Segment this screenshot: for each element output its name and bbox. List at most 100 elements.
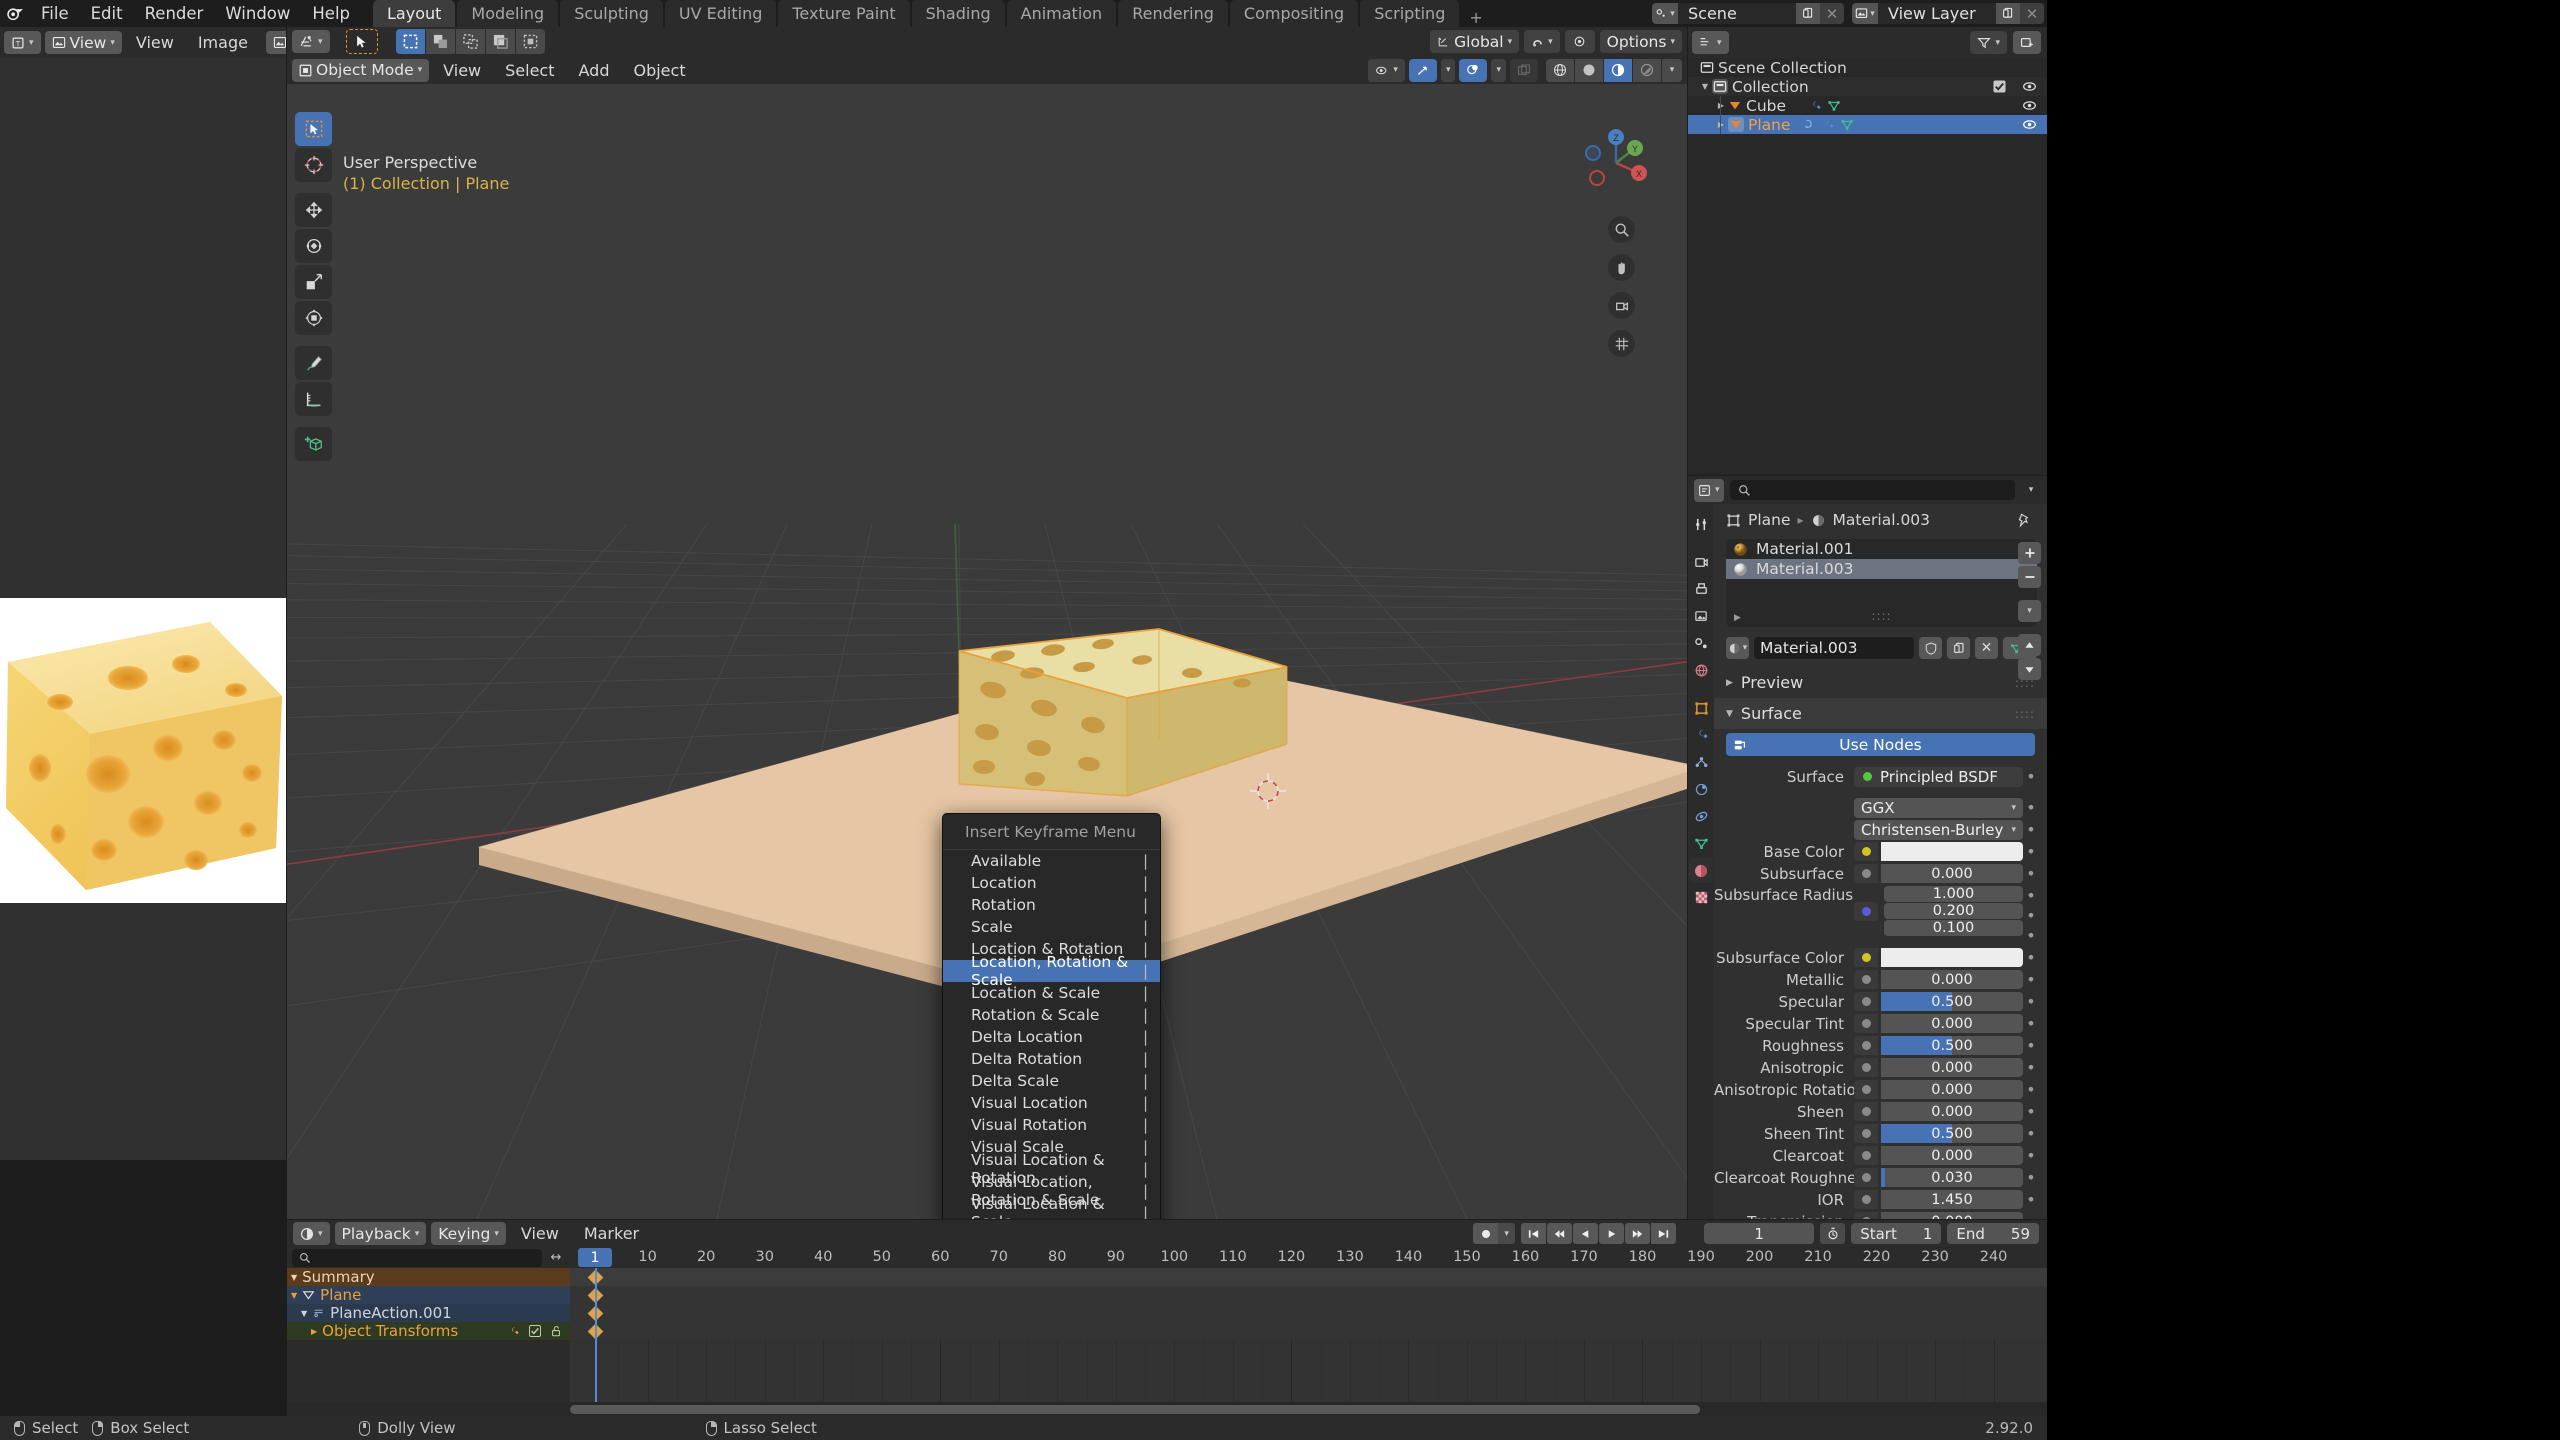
subsurface-method-select[interactable]: Christensen-Burley ▾ xyxy=(1854,820,2023,840)
panel-header-surface[interactable]: ▼ Surface :::: xyxy=(1714,698,2047,729)
viewport-options-button[interactable]: Options ▾ xyxy=(1600,30,1682,53)
input-socket-icon[interactable] xyxy=(1854,1102,1878,1121)
channel-list[interactable]: ▼ Summary ▼ Plane ▼ PlaneAction.001 ▶ Ob… xyxy=(287,1268,570,1402)
checkbox-icon[interactable] xyxy=(529,1325,541,1337)
properties-tab-world[interactable] xyxy=(1689,658,1713,683)
outliner-row-collection[interactable]: ▼ Collection xyxy=(1688,77,2047,96)
menu-render[interactable]: Render xyxy=(134,0,215,27)
panel-header-preview[interactable]: ▶ Preview :::: xyxy=(1714,667,2047,698)
animate-property-dot[interactable]: • xyxy=(2023,800,2039,816)
viewport-canvas[interactable]: User Perspective (1) Collection | Plane … xyxy=(287,84,1687,1219)
properties-tab-data[interactable] xyxy=(1689,831,1713,856)
scene-name[interactable]: Scene xyxy=(1678,3,1796,24)
proportional-edit-icon[interactable] xyxy=(1565,30,1595,53)
chevron-right-icon[interactable]: ▶ xyxy=(1714,120,1728,129)
animate-property-dot[interactable]: • xyxy=(2023,906,2039,925)
chevron-down-icon[interactable]: ▼ xyxy=(291,1291,297,1300)
play-reverse-icon[interactable] xyxy=(1573,1223,1598,1244)
properties-tab-view-layer[interactable] xyxy=(1689,604,1713,629)
workspace-tab-rendering[interactable]: Rendering xyxy=(1118,0,1228,27)
mesh-data-icon[interactable] xyxy=(1840,118,1854,131)
animation-icon[interactable] xyxy=(1803,118,1817,131)
editor-type-outliner-icon[interactable]: ▾ xyxy=(1692,31,1729,54)
properties-tab-physics[interactable] xyxy=(1689,777,1713,802)
properties-panel-body[interactable]: Plane ▸ Material.003 Material.001 xyxy=(1714,504,2047,1219)
image-datablock-icon[interactable]: ▾ xyxy=(266,31,286,54)
scene-selector[interactable]: ▾ Scene ✕ xyxy=(1652,3,1844,24)
menu-window[interactable]: Window xyxy=(214,0,301,27)
zoom-icon[interactable] xyxy=(1608,216,1635,243)
input-socket-icon[interactable] xyxy=(1854,1168,1878,1187)
material-preview-icon[interactable] xyxy=(1604,59,1632,82)
measure-tool-icon[interactable] xyxy=(295,382,332,416)
material-slot-item[interactable]: Material.003 xyxy=(1726,559,2037,579)
stopwatch-icon[interactable] xyxy=(1820,1223,1845,1244)
object-mode-select[interactable]: Object Mode ▾ xyxy=(292,59,429,82)
properties-tab-particles[interactable] xyxy=(1689,750,1713,775)
input-socket-icon[interactable] xyxy=(1854,992,1878,1011)
playhead-frame-label[interactable]: 1 xyxy=(578,1248,612,1267)
slider-field[interactable]: 1.450 xyxy=(1881,1190,2023,1209)
tweak-tool-icon[interactable] xyxy=(295,112,332,146)
animate-property-dot[interactable]: • xyxy=(2023,1016,2039,1032)
timeline-menu-marker[interactable]: Marker xyxy=(574,1222,649,1245)
properties-tab-object[interactable] xyxy=(1689,696,1713,721)
rendered-icon[interactable] xyxy=(1633,59,1661,82)
camera-icon[interactable] xyxy=(1608,292,1635,319)
properties-tab-texture[interactable] xyxy=(1689,885,1713,910)
properties-tab-material[interactable] xyxy=(1689,858,1713,883)
slider-field[interactable]: 0.000 xyxy=(1881,970,2023,989)
move-slot-down-button[interactable] xyxy=(2018,658,2041,680)
gizmos-dropdown-icon[interactable]: ▾ xyxy=(1441,59,1456,82)
new-scene-icon[interactable] xyxy=(1796,3,1820,24)
keyframe-menu-item-rotation[interactable]: Rotation| xyxy=(943,894,1160,916)
vector-component[interactable]: 1.000 xyxy=(1884,886,2023,902)
view-layer-icon[interactable]: ▾ xyxy=(1852,3,1878,24)
select-intersect-icon[interactable] xyxy=(516,29,545,54)
properties-tab-output[interactable] xyxy=(1689,577,1713,602)
image-editor-menu-image[interactable]: Image xyxy=(188,31,258,54)
animate-property-dot[interactable]: • xyxy=(2023,1192,2039,1208)
xray-toggle-icon[interactable] xyxy=(1510,59,1538,82)
keyframe-menu-item-visual-location[interactable]: Visual Location| xyxy=(943,1092,1160,1114)
jump-start-icon[interactable] xyxy=(1521,1223,1546,1244)
editor-type-3dview-icon[interactable]: ▾ xyxy=(292,30,330,53)
view-layer-name[interactable]: View Layer xyxy=(1878,3,1996,24)
keying-menu[interactable]: Keying▾ xyxy=(431,1222,506,1245)
add-cube-tool-icon[interactable] xyxy=(295,427,332,461)
input-socket-icon[interactable] xyxy=(1854,864,1878,883)
timeline-menu-view[interactable]: View xyxy=(511,1222,569,1245)
outliner-row-scene-collection[interactable]: Scene Collection xyxy=(1688,58,2047,77)
outliner-row-plane[interactable]: ▶ Plane xyxy=(1688,115,2047,134)
viewport-menu-select[interactable]: Select xyxy=(495,59,564,82)
vector-component[interactable]: 0.200 xyxy=(1884,903,2023,919)
image-editor-canvas[interactable] xyxy=(0,58,286,1160)
prev-keyframe-icon[interactable] xyxy=(1547,1223,1572,1244)
breadcrumb-material-label[interactable]: Material.003 xyxy=(1833,511,1930,529)
outliner-row-cube[interactable]: ▶ Cube xyxy=(1688,96,2047,115)
visibility-icon[interactable]: ▾ xyxy=(1368,59,1405,82)
input-socket-icon[interactable] xyxy=(1854,902,1878,921)
keyframe-menu-item-visual-rotation[interactable]: Visual Rotation| xyxy=(943,1114,1160,1136)
overlays-toggle-icon[interactable] xyxy=(1459,59,1487,82)
animate-property-dot[interactable]: • xyxy=(2023,972,2039,988)
timeline-scrollbar[interactable] xyxy=(570,1405,2047,1414)
workspace-tab-modeling[interactable]: Modeling xyxy=(457,0,558,27)
properties-tab-scene[interactable] xyxy=(1689,631,1713,656)
input-socket-icon[interactable] xyxy=(1854,1058,1878,1077)
animate-property-dot[interactable]: • xyxy=(2023,994,2039,1010)
modifier-icon[interactable] xyxy=(1821,118,1835,131)
animate-property-dot[interactable]: • xyxy=(2023,926,2039,945)
animate-property-dot[interactable]: • xyxy=(2023,866,2039,882)
chevron-down-icon[interactable]: ▼ xyxy=(1698,82,1712,91)
properties-options-icon[interactable]: ▾ xyxy=(2021,485,2041,495)
slider-field[interactable]: 0.000 xyxy=(1881,1146,2023,1165)
transform-orientation-select[interactable]: Global ▾ xyxy=(1430,30,1519,53)
mesh-data-icon[interactable] xyxy=(1827,99,1841,112)
next-keyframe-icon[interactable] xyxy=(1625,1223,1650,1244)
eye-icon[interactable] xyxy=(2022,80,2037,93)
input-socket-icon[interactable] xyxy=(1854,1014,1878,1033)
menu-file[interactable]: File xyxy=(30,0,80,27)
slider-field[interactable]: 0.000 xyxy=(1881,1058,2023,1077)
workspace-tab-animation[interactable]: Animation xyxy=(1007,0,1117,27)
